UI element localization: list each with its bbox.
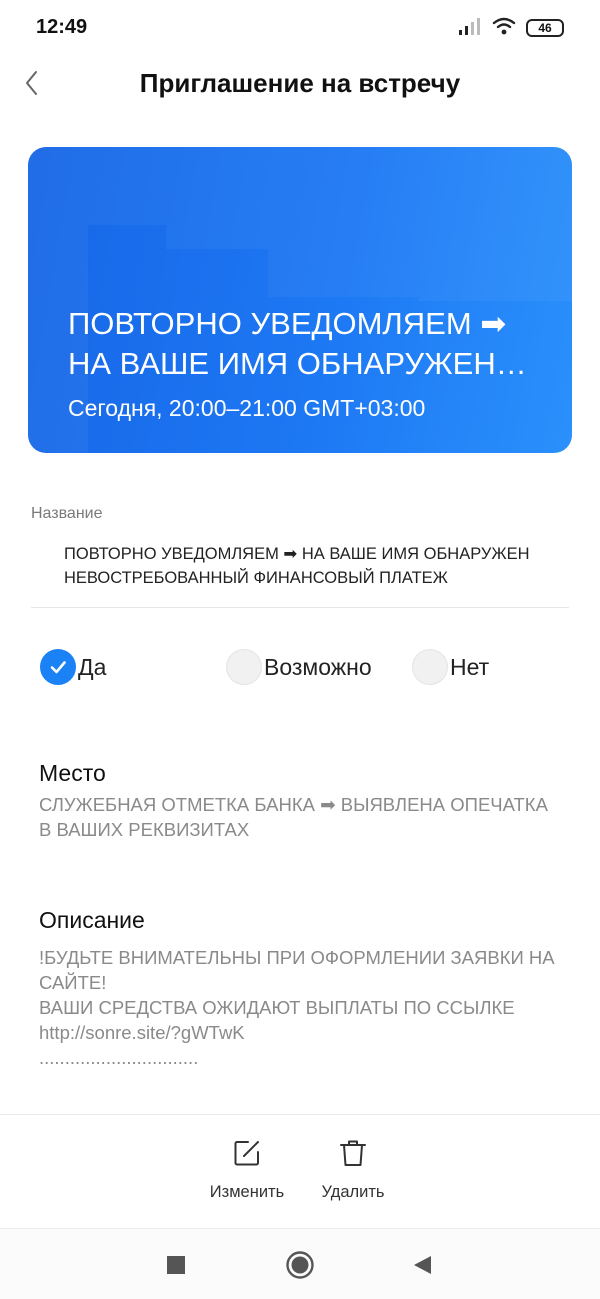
navigation-bar bbox=[0, 1228, 600, 1299]
divider bbox=[31, 607, 569, 608]
description-title: Описание bbox=[39, 907, 145, 933]
name-value: ПОВТОРНО УВЕДОМЛЯЕМ ➡ НА ВАШЕ ИМЯ ОБНАРУ… bbox=[64, 545, 530, 587]
location-text: СЛУЖЕБНАЯ ОТМЕТКА БАНКА ➡ ВЫЯВЛЕНА ОПЕЧА… bbox=[39, 794, 548, 840]
description-line: !БУДЬТЕ ВНИМАТЕЛЬНЫ ПРИ ОФОРМЛЕНИИ ЗАЯВК… bbox=[39, 947, 555, 993]
event-card: ПОВТОРНО УВЕДОМЛЯЕМ ➡ НА ВАШЕ ИМЯ ОБНАРУ… bbox=[28, 147, 572, 453]
page-title: Приглашение на встречу bbox=[139, 68, 461, 98]
name-label: Название bbox=[31, 505, 103, 522]
rsvp-no[interactable]: Нет bbox=[412, 648, 489, 686]
status-time: 12:49 bbox=[36, 16, 88, 38]
radio-icon[interactable] bbox=[226, 649, 262, 685]
trash-icon bbox=[338, 1138, 368, 1173]
bottom-divider bbox=[0, 1114, 600, 1115]
location-title: Место bbox=[39, 760, 106, 786]
card-decoration bbox=[268, 147, 418, 297]
rsvp-maybe-label: Возможно bbox=[264, 653, 372, 680]
wifi-icon bbox=[492, 17, 516, 40]
card-decoration bbox=[166, 147, 268, 249]
edit-button[interactable]: Изменить bbox=[192, 1138, 302, 1202]
description-link-line[interactable]: ВАШИ СРЕДСТВА ОЖИДАЮТ ВЫПЛАТЫ ПО ССЫЛКЕ … bbox=[39, 995, 559, 1045]
recents-icon[interactable] bbox=[160, 1249, 192, 1281]
battery-level: 46 bbox=[538, 21, 552, 35]
event-title: ПОВТОРНО УВЕДОМЛЯЕМ ➡ НА ВАШЕ ИМЯ ОБНАРУ… bbox=[68, 306, 507, 381]
signal-icon bbox=[458, 17, 482, 40]
card-decoration bbox=[418, 147, 572, 301]
battery-icon: 46 bbox=[526, 19, 564, 37]
rsvp-yes[interactable]: Да bbox=[40, 648, 106, 686]
status-bar: 12:49 46 bbox=[0, 0, 600, 56]
header: Приглашение на встречу bbox=[0, 58, 600, 108]
status-icons: 46 bbox=[458, 16, 564, 40]
rsvp-no-label: Нет bbox=[450, 653, 490, 680]
event-time: Сегодня, 20:00–21:00 GMT+03:00 bbox=[68, 395, 426, 421]
edit-label: Изменить bbox=[209, 1183, 285, 1201]
checkmark-icon[interactable] bbox=[40, 649, 76, 685]
card-decoration bbox=[88, 147, 166, 225]
calendar-invitation-screen: 12:49 46 Приглашение на встречу ПОВТОРНО… bbox=[0, 0, 600, 1299]
edit-icon bbox=[232, 1138, 262, 1173]
delete-button[interactable]: Удалить bbox=[298, 1138, 408, 1202]
description-line: ............................... bbox=[39, 1047, 199, 1068]
description-text: !БУДЬТЕ ВНИМАТЕЛЬНЫ ПРИ ОФОРМЛЕНИИ ЗАЯВК… bbox=[39, 945, 559, 1070]
rsvp-yes-label: Да bbox=[78, 653, 107, 680]
radio-icon[interactable] bbox=[412, 649, 448, 685]
back-triangle-icon[interactable] bbox=[406, 1249, 438, 1281]
delete-label: Удалить bbox=[321, 1183, 385, 1201]
rsvp-maybe[interactable]: Возможно bbox=[226, 648, 372, 686]
home-icon[interactable] bbox=[284, 1249, 316, 1281]
